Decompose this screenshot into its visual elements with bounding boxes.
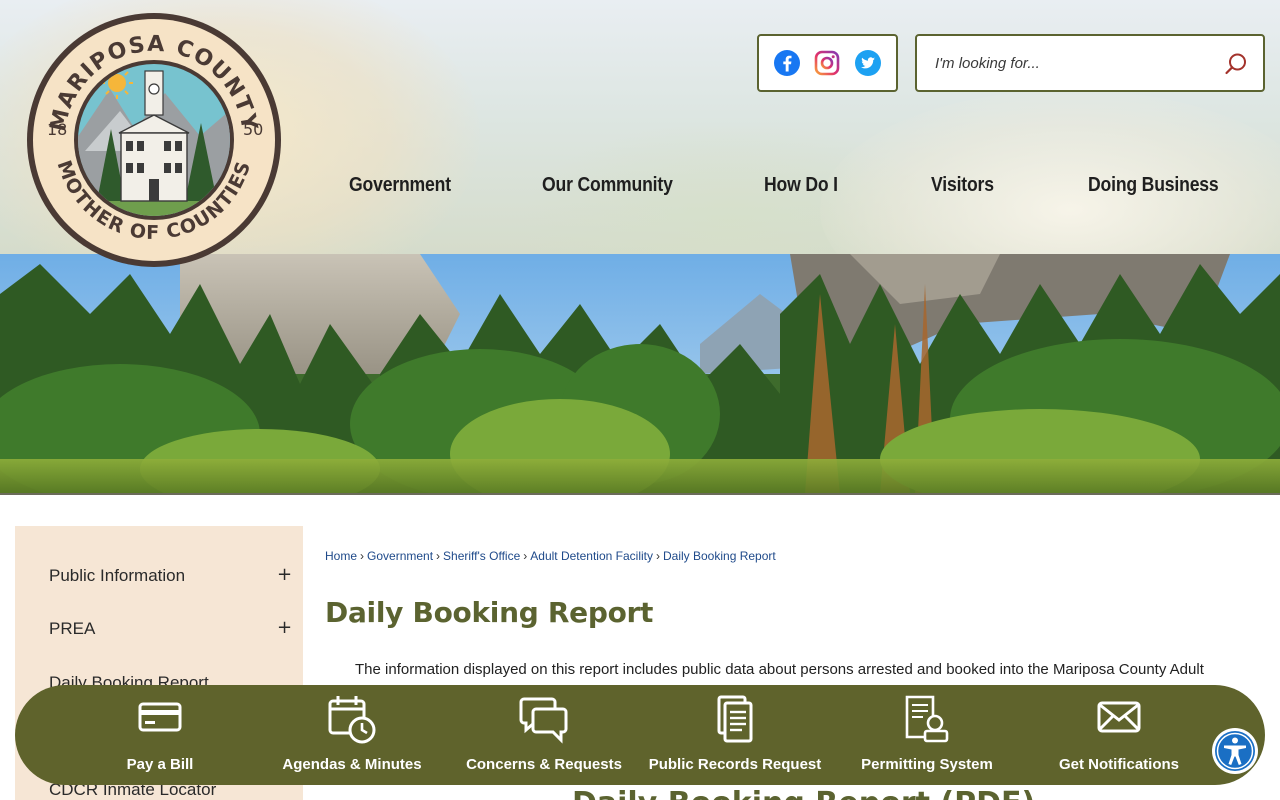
quicklink-pay-a-bill[interactable]: Pay a Bill: [75, 685, 245, 785]
quicklink-label: Get Notifications: [1058, 756, 1179, 773]
hero-banner-image: [0, 254, 1280, 494]
breadcrumb-daily-booking-report[interactable]: Daily Booking Report: [663, 549, 776, 563]
nav-our-community[interactable]: Our Community: [542, 174, 673, 197]
nav-doing-business[interactable]: Doing Business: [1088, 174, 1219, 197]
quicklink-get-notifications[interactable]: Get Notifications: [1034, 685, 1204, 785]
banner-divider: [0, 493, 1280, 495]
quicklink-concerns-requests[interactable]: Concerns & Requests: [459, 685, 629, 785]
calendar-clock-icon: [328, 696, 376, 744]
quicklink-label: Public Records Request: [648, 756, 822, 773]
seal-year-right: 50: [243, 120, 263, 139]
header-haze: [820, 90, 1280, 254]
pdf-link-heading[interactable]: Daily Booking Report (PDF): [572, 786, 1035, 800]
nav-government[interactable]: Government: [349, 174, 451, 197]
breadcrumb-separator: ›: [523, 549, 528, 563]
sidebar-item-prea[interactable]: PREA: [49, 619, 95, 639]
quicklink-permitting-system[interactable]: Permitting System: [842, 685, 1012, 785]
instagram-icon[interactable]: [813, 49, 841, 77]
quick-links-bar: Pay a Bill Agendas & Minutes Concerns & …: [15, 685, 1265, 785]
page-title: Daily Booking Report: [325, 596, 654, 629]
expand-toggle-icon[interactable]: +: [277, 617, 292, 638]
documents-icon: [717, 695, 753, 743]
search-input[interactable]: [935, 50, 1215, 76]
breadcrumb-separator: ›: [360, 549, 365, 563]
expand-toggle-icon[interactable]: +: [277, 564, 292, 585]
intro-paragraph: The information displayed on this report…: [355, 661, 1204, 678]
breadcrumb-home[interactable]: Home: [325, 549, 357, 563]
breadcrumb-adult-detention-facility[interactable]: Adult Detention Facility: [530, 549, 653, 563]
quicklink-label: Concerns & Requests: [466, 756, 622, 773]
nav-visitors[interactable]: Visitors: [931, 174, 994, 197]
breadcrumb-sheriffs-office[interactable]: Sheriff's Office: [443, 549, 520, 563]
chat-bubbles-icon: [519, 697, 568, 744]
breadcrumb-government[interactable]: Government: [367, 549, 433, 563]
breadcrumb: Home › Government › Sheriff's Office › Adult D…: [325, 549, 776, 563]
search-box: [915, 34, 1265, 92]
search-icon[interactable]: [1223, 51, 1249, 77]
breadcrumb-separator: ›: [656, 549, 660, 563]
sidebar-item-public-information[interactable]: Public Information: [49, 566, 185, 586]
breadcrumb-separator: ›: [436, 549, 441, 563]
quicklink-public-records-request[interactable]: Public Records Request: [645, 685, 825, 785]
quicklink-label: Pay a Bill: [126, 756, 194, 773]
certificate-icon: [905, 695, 949, 743]
county-seal-logo[interactable]: MARIPOSA COUNTY MOTHER OF COUNTIES 18 50: [25, 11, 283, 269]
nav-how-do-i[interactable]: How Do I: [764, 174, 838, 197]
social-links: [757, 34, 898, 92]
envelope-icon: [1097, 701, 1141, 733]
facebook-icon[interactable]: [773, 49, 801, 77]
seal-year-left: 18: [47, 120, 67, 139]
accessibility-icon[interactable]: [1211, 727, 1259, 775]
credit-card-icon: [138, 702, 182, 732]
twitter-icon[interactable]: [854, 49, 882, 77]
quicklink-label: Agendas & Minutes: [282, 756, 422, 773]
quicklink-agendas-minutes[interactable]: Agendas & Minutes: [267, 685, 437, 785]
quicklink-label: Permitting System: [861, 756, 993, 773]
